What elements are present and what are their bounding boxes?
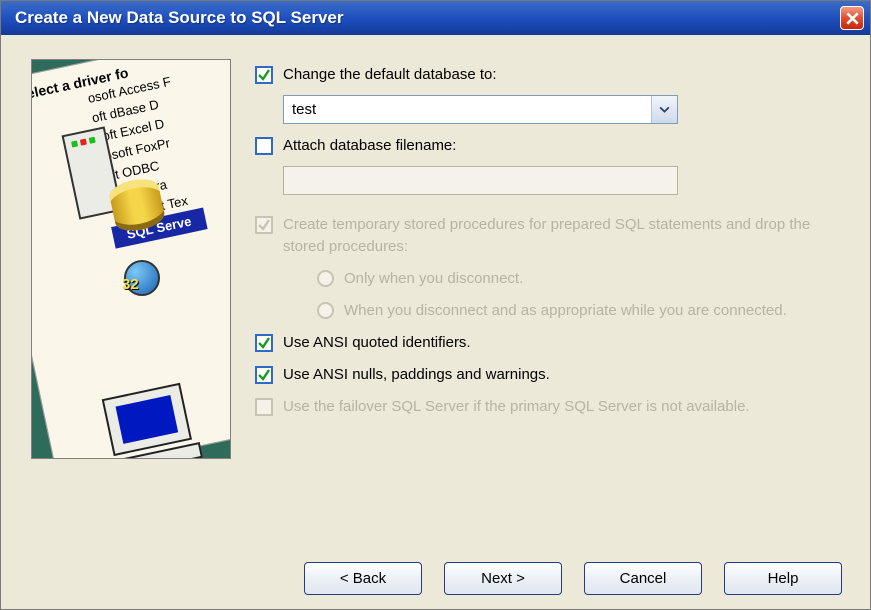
- check-icon: [257, 368, 271, 382]
- temp-proc-row: Create temporary stored procedures for p…: [255, 209, 840, 263]
- database-select-button[interactable]: [651, 96, 677, 123]
- attach-file-row: Attach database filename:: [255, 130, 840, 162]
- close-icon: [846, 12, 859, 25]
- check-icon: [257, 218, 271, 232]
- ansi-nulls-row: Use ANSI nulls, paddings and warnings.: [255, 359, 840, 391]
- temp-proc-radio2-label: When you disconnect and as appropriate w…: [344, 300, 787, 322]
- failover-row: Use the failover SQL Server if the prima…: [255, 391, 840, 423]
- button-bar: < Back Next > Cancel Help: [1, 547, 870, 609]
- options-panel: Change the default database to: test Att…: [255, 59, 840, 531]
- window-title: Create a New Data Source to SQL Server: [15, 8, 840, 28]
- attach-file-checkbox[interactable]: [255, 137, 273, 155]
- database-select-value: test: [284, 101, 651, 118]
- temp-proc-checkbox: [255, 216, 273, 234]
- chevron-down-icon: [658, 103, 671, 116]
- cancel-button[interactable]: Cancel: [584, 562, 702, 595]
- ansi-quoted-checkbox[interactable]: [255, 334, 273, 352]
- attach-file-label: Attach database filename:: [283, 135, 456, 157]
- wizard-graphic: Select a driver fo osoft Access F oft dB…: [31, 59, 231, 459]
- change-database-label: Change the default database to:: [283, 64, 497, 86]
- ansi-quoted-row: Use ANSI quoted identifiers.: [255, 327, 840, 359]
- ansi-quoted-label: Use ANSI quoted identifiers.: [283, 332, 471, 354]
- close-button[interactable]: [840, 6, 864, 30]
- temp-proc-radio-disconnect: [317, 270, 334, 287]
- change-database-row: Change the default database to:: [255, 59, 840, 91]
- failover-label: Use the failover SQL Server if the prima…: [283, 396, 750, 418]
- temp-proc-radio1-row: Only when you disconnect.: [255, 263, 840, 295]
- failover-checkbox: [255, 398, 273, 416]
- database-select[interactable]: test: [283, 95, 678, 124]
- check-icon: [257, 68, 271, 82]
- dialog-body: Select a driver fo osoft Access F oft dB…: [1, 35, 870, 547]
- badge-32: 32: [122, 276, 139, 293]
- attach-file-input: [283, 166, 678, 195]
- temp-proc-radio2-row: When you disconnect and as appropriate w…: [255, 295, 840, 327]
- temp-proc-radio1-label: Only when you disconnect.: [344, 268, 523, 290]
- check-icon: [257, 336, 271, 350]
- ansi-nulls-checkbox[interactable]: [255, 366, 273, 384]
- change-database-checkbox[interactable]: [255, 66, 273, 84]
- temp-proc-label: Create temporary stored procedures for p…: [283, 214, 840, 258]
- next-button[interactable]: Next >: [444, 562, 562, 595]
- back-button[interactable]: < Back: [304, 562, 422, 595]
- temp-proc-radio-appropriate: [317, 302, 334, 319]
- wizard-dialog: Create a New Data Source to SQL Server S…: [0, 0, 871, 610]
- ansi-nulls-label: Use ANSI nulls, paddings and warnings.: [283, 364, 550, 386]
- titlebar: Create a New Data Source to SQL Server: [1, 1, 870, 35]
- help-button[interactable]: Help: [724, 562, 842, 595]
